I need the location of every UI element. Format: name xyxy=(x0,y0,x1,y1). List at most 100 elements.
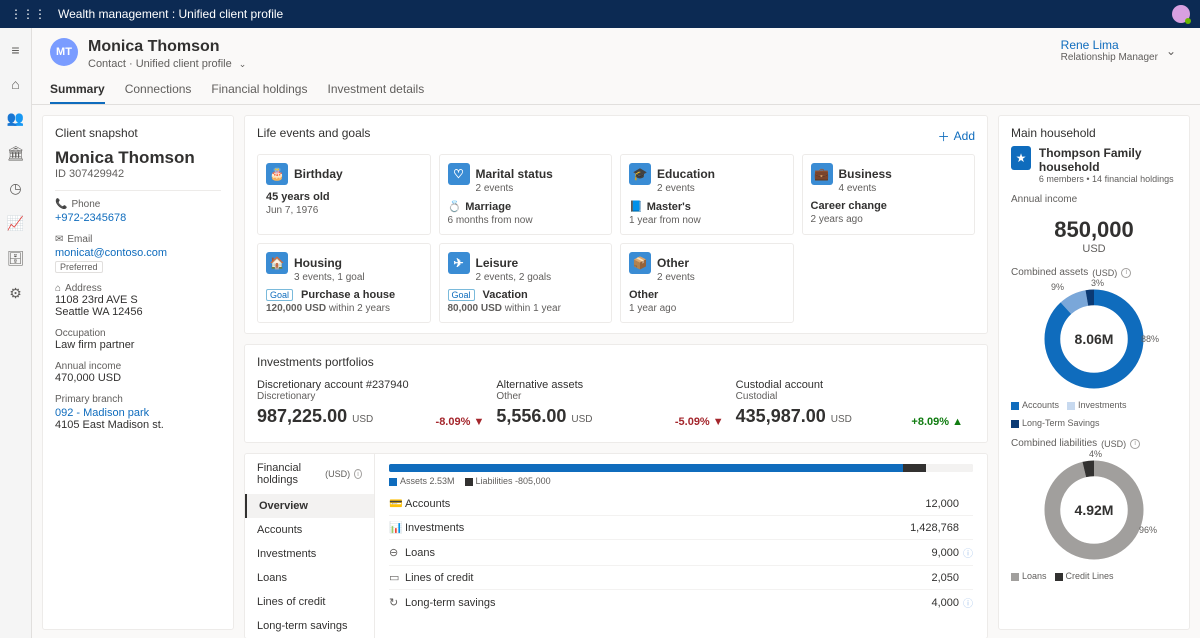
branch-line2: 4105 East Madison st. xyxy=(55,419,221,431)
people-icon[interactable]: 👥 xyxy=(7,110,24,127)
snapshot-title: Client snapshot xyxy=(55,126,221,140)
phone-icon: 📞 xyxy=(55,199,67,210)
email-link[interactable]: monicat@contoso.com xyxy=(55,247,167,259)
branch-link[interactable]: 092 - Madison park xyxy=(55,407,149,419)
holdings-bar xyxy=(389,464,973,472)
address-line1: 1108 23rd AVE S xyxy=(55,294,221,306)
liab-label: Combined liabilities xyxy=(1011,438,1097,449)
occupation-label: Occupation xyxy=(55,328,221,339)
row-icon: ▭ xyxy=(389,571,405,584)
invest-title: Investments portfolios xyxy=(257,355,975,369)
household-sub: 6 members • 14 financial holdings xyxy=(1039,174,1177,184)
chevron-down-icon[interactable]: ⌄ xyxy=(239,59,247,69)
household-card: Main household ★ Thompson Family househo… xyxy=(998,115,1190,630)
assets-donut: 8.06M 88% 9% 3% xyxy=(1039,284,1149,394)
holdings-nav-item[interactable]: Loans xyxy=(245,566,374,590)
gear-icon[interactable]: ⚙ xyxy=(9,285,22,302)
home-icon[interactable]: ⌂ xyxy=(11,76,19,92)
investments-card: Investments portfolios Discretionary acc… xyxy=(244,344,988,443)
info-icon[interactable]: i xyxy=(1121,268,1131,278)
form-tabs: Summary Connections Financial holdings I… xyxy=(32,70,1200,105)
row-icon: ↻ xyxy=(389,596,405,609)
life-tile[interactable]: ♡Marital status2 events💍Marriage6 months… xyxy=(439,154,613,235)
address-line2: Seattle WA 12456 xyxy=(55,306,221,318)
user-avatar[interactable] xyxy=(1172,5,1190,23)
chevron-down-icon[interactable]: ⌄ xyxy=(1166,44,1176,58)
app-launcher-icon[interactable]: ⋮⋮⋮ xyxy=(10,7,46,21)
tile-icon: 📦 xyxy=(629,252,651,274)
app-title: Wealth management : Unified client profi… xyxy=(58,7,283,21)
life-tile[interactable]: 🎓Education2 events📘Master's1 year from n… xyxy=(620,154,794,235)
household-title: Main household xyxy=(1011,126,1177,140)
mail-icon: ✉ xyxy=(55,234,63,245)
holdings-nav-item[interactable]: Investments xyxy=(245,542,374,566)
tab-financial-holdings[interactable]: Financial holdings xyxy=(211,76,307,104)
preferred-badge: Preferred xyxy=(55,261,103,273)
entity-type: Contact xyxy=(88,58,126,70)
holdings-row[interactable]: 💳Accounts12,000 xyxy=(389,492,973,515)
holdings-row[interactable]: ⊖Loans9,000ⓘ xyxy=(389,539,973,565)
holdings-nav-item[interactable]: Lines of credit xyxy=(245,590,374,614)
tile-icon: ♡ xyxy=(448,163,470,185)
tab-investment-details[interactable]: Investment details xyxy=(327,76,424,104)
life-events-card: Life events and goals ＋Add 🎂Birthday45 y… xyxy=(244,115,988,334)
info-icon[interactable]: i xyxy=(354,469,362,479)
holdings-nav-item[interactable]: Overview xyxy=(245,494,374,518)
address-label: Address xyxy=(65,283,102,294)
assets-label: Combined assets xyxy=(1011,267,1088,278)
topbar: ⋮⋮⋮ Wealth management : Unified client p… xyxy=(0,0,1200,28)
address-icon: ⌂ xyxy=(55,283,61,294)
household-icon: ★ xyxy=(1011,146,1031,170)
clock-icon[interactable]: ◷ xyxy=(9,180,21,197)
hh-income: 850,000 xyxy=(1011,217,1177,243)
portfolio-column[interactable]: Custodial accountCustodial435,987.00 USD… xyxy=(736,375,975,432)
plus-icon: ＋ xyxy=(938,128,950,145)
income-value: 470,000 USD xyxy=(55,372,221,384)
snapshot-id: ID 307429942 xyxy=(55,168,221,180)
life-tile[interactable]: 🎂Birthday45 years oldJun 7, 1976 xyxy=(257,154,431,235)
life-title: Life events and goals xyxy=(257,126,370,140)
life-tile[interactable]: 🏠Housing3 events, 1 goalGoalPurchase a h… xyxy=(257,243,431,323)
tab-connections[interactable]: Connections xyxy=(125,76,192,104)
holdings-legend: Assets 2.53M Liabilities -805,000 xyxy=(389,476,973,486)
holdings-row[interactable]: ▭Lines of credit2,050 xyxy=(389,565,973,589)
menu-icon[interactable]: ≡ xyxy=(11,42,19,58)
email-label: Email xyxy=(67,234,92,245)
holdings-title: Financial holdings xyxy=(257,462,321,486)
snapshot-name: Monica Thomson xyxy=(55,148,221,168)
tile-icon: 💼 xyxy=(811,163,833,185)
owner-name: Rene Lima xyxy=(1061,38,1158,52)
left-rail: ≡ ⌂ 👥 🏛 ◷ 📈 🗄 ⚙ xyxy=(0,28,32,638)
portfolio-column[interactable]: Alternative assetsOther5,556.00 USD-5.09… xyxy=(496,375,735,432)
contact-name: Monica Thomson xyxy=(88,38,246,56)
usd-tag: (USD) xyxy=(325,469,350,479)
holdings-row[interactable]: ↻Long-term savings4,000ⓘ xyxy=(389,589,973,615)
holdings-nav-item[interactable]: Accounts xyxy=(245,518,374,542)
life-tile[interactable]: ✈Leisure2 events, 2 goalsGoalVacation80,… xyxy=(439,243,613,323)
building-icon[interactable]: 🏛 xyxy=(7,145,25,162)
add-life-event-button[interactable]: ＋Add xyxy=(938,128,975,145)
info-icon[interactable]: i xyxy=(1130,439,1140,449)
record-owner[interactable]: Rene Lima Relationship Manager ⌄ xyxy=(1061,38,1182,63)
phone-link[interactable]: +972-2345678 xyxy=(55,212,126,224)
holdings-nav-item[interactable]: Long-term savings xyxy=(245,614,374,638)
row-icon: 📊 xyxy=(389,521,405,534)
life-tile[interactable]: 💼Business4 eventsCareer change2 years ag… xyxy=(802,154,976,235)
contact-avatar: MT xyxy=(50,38,78,66)
chart-icon[interactable]: 📈 xyxy=(7,215,24,232)
portfolio-column[interactable]: Discretionary account #237940Discretiona… xyxy=(257,375,496,432)
holdings-row[interactable]: 📊Investments1,428,768 xyxy=(389,515,973,539)
tile-icon: 🏠 xyxy=(266,252,288,274)
page-header: MT Monica Thomson Contact · Unified clie… xyxy=(32,28,1200,70)
tab-summary[interactable]: Summary xyxy=(50,76,105,104)
archive-icon[interactable]: 🗄 xyxy=(7,250,25,267)
phone-label: Phone xyxy=(71,199,100,210)
liab-legend: Loans Credit Lines xyxy=(1011,571,1177,581)
life-tile[interactable]: 📦Other2 eventsOther1 year ago xyxy=(620,243,794,323)
liabilities-donut: 4.92M 96% 4% xyxy=(1039,455,1149,565)
client-snapshot-card: Client snapshot Monica Thomson ID 307429… xyxy=(42,115,234,630)
row-icon: ⊖ xyxy=(389,546,405,559)
owner-role: Relationship Manager xyxy=(1061,52,1158,63)
form-name[interactable]: Unified client profile xyxy=(136,58,232,70)
branch-label: Primary branch xyxy=(55,394,221,405)
